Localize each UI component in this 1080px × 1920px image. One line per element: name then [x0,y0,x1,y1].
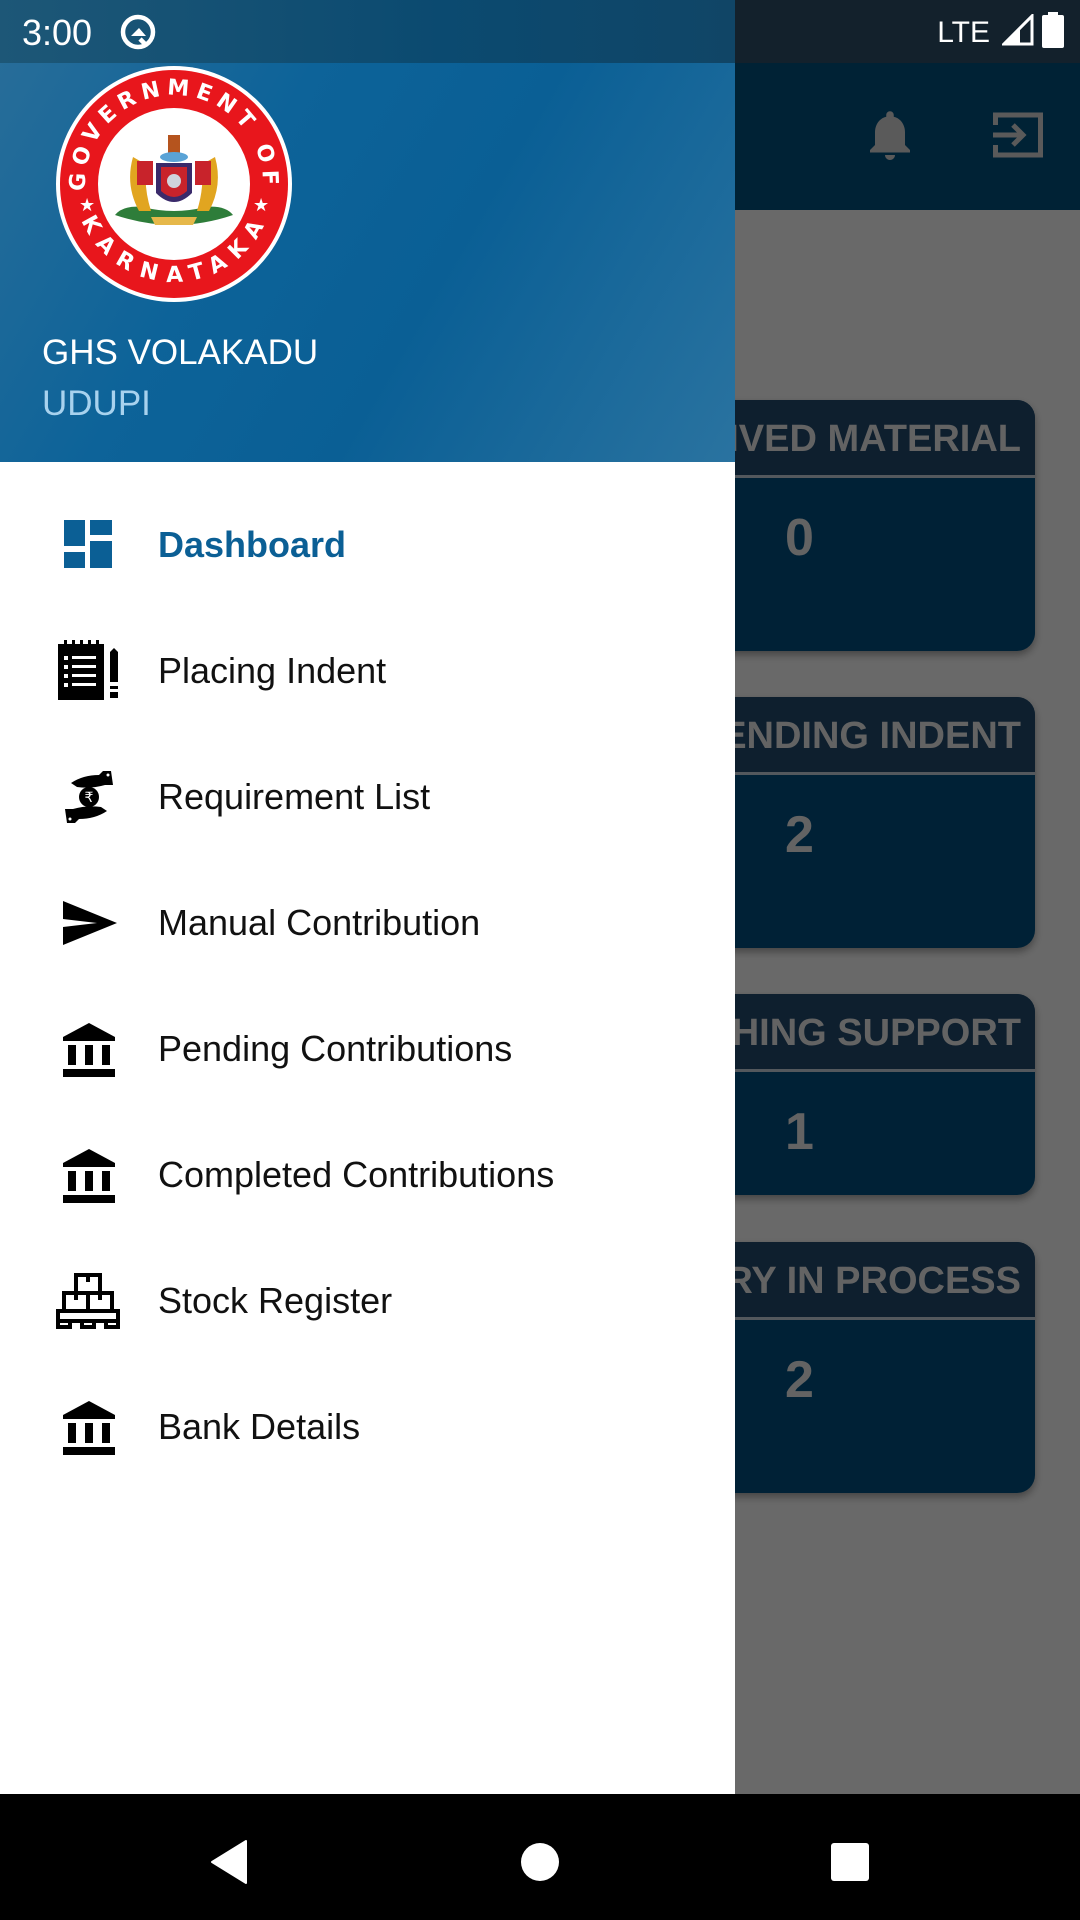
school-name: GHS VOLAKADU [42,333,319,372]
menu-item-pending-contributions[interactable]: Pending Contributions [0,986,735,1112]
bank-icon [56,1016,122,1082]
drawer-header: 3:00 GOVERNMENT OF KARNATAKA ★ ★ GHS VOL… [0,0,735,462]
q-logo-icon [118,12,158,52]
bank-icon [56,1394,122,1460]
menu-item-label: Placing Indent [158,650,387,691]
menu-item-label: Stock Register [158,1280,393,1321]
district-name: UDUPI [42,384,151,423]
menu-item-label: Dashboard [158,524,347,565]
menu-item-label: Manual Contribution [158,902,481,943]
menu-item-completed-contributions[interactable]: Completed Contributions [0,1112,735,1238]
system-navigation-bar [0,1794,1080,1920]
karnataka-emblem-logo: GOVERNMENT OF KARNATAKA ★ ★ [55,65,293,303]
svg-text:₹: ₹ [85,790,94,806]
menu-item-placing-indent[interactable]: Placing Indent [0,608,735,734]
menu-item-label: Bank Details [158,1406,361,1447]
back-icon[interactable] [198,1832,258,1892]
drawer-menu: Dashboard Placing Indent ₹ Requirement L… [0,482,735,1490]
menu-item-label: Requirement List [158,776,431,817]
rupee-hands-icon: ₹ [56,764,122,830]
home-icon[interactable] [510,1832,570,1892]
boxes-pallet-icon [56,1268,122,1334]
dashboard-icon [56,512,122,578]
menu-item-requirement-list[interactable]: ₹ Requirement List [0,734,735,860]
svg-text:★: ★ [79,195,95,216]
menu-item-stock-register[interactable]: Stock Register [0,1238,735,1364]
menu-item-label: Completed Contributions [158,1154,555,1195]
menu-item-manual-contribution[interactable]: Manual Contribution [0,860,735,986]
bank-icon [56,1142,122,1208]
send-icon [56,890,122,956]
status-bar: 3:00 [0,0,735,63]
menu-item-label: Pending Contributions [158,1028,513,1069]
signal-icon [1000,12,1034,51]
status-time: 3:00 [22,12,93,53]
menu-item-bank-details[interactable]: Bank Details [0,1364,735,1490]
navigation-drawer: 3:00 GOVERNMENT OF KARNATAKA ★ ★ GHS VOL… [0,0,735,1794]
menu-item-dashboard[interactable]: Dashboard [0,482,735,608]
svg-text:★: ★ [253,195,269,216]
recent-apps-icon[interactable] [820,1832,880,1892]
battery-icon [1042,12,1064,53]
status-icons: LTE [937,12,1064,53]
network-type: LTE [937,15,990,49]
notepad-pen-icon [56,638,122,704]
